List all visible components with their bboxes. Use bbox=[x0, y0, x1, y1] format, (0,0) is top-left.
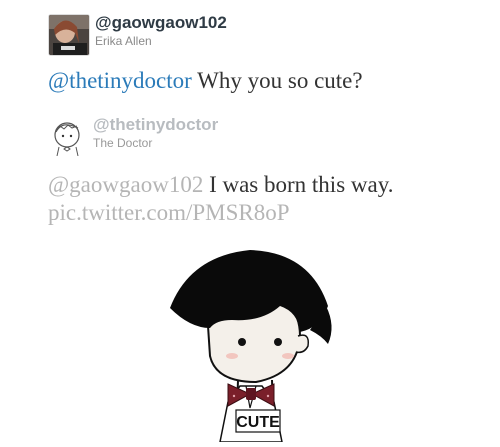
picture-link[interactable]: pic.twitter.com/PMSR8oP bbox=[48, 200, 290, 226]
tweet-text: @gaowgaow102 I was born this way. bbox=[48, 172, 393, 198]
doctor-sketch-avatar-icon bbox=[48, 116, 88, 156]
tweet-body-text: Why you so cute? bbox=[191, 68, 363, 93]
tweet-author-name: The Doctor bbox=[93, 135, 153, 150]
tweet-body-text: I was born this way. bbox=[203, 172, 394, 197]
tweet-author-handle[interactable]: @gaowgaow102 bbox=[95, 13, 227, 33]
tweet-author-name: Erika Allen bbox=[95, 33, 152, 48]
tweet-text: @thetinydoctor Why you so cute? bbox=[48, 68, 363, 94]
mention-link[interactable]: @gaowgaow102 bbox=[48, 172, 203, 197]
mention-link[interactable]: @thetinydoctor bbox=[48, 68, 192, 93]
tweet-header-gaowgaow102: @gaowgaow102 Erika Allen bbox=[48, 13, 227, 56]
cute-label: CUTE bbox=[236, 414, 280, 431]
tweet-author-handle[interactable]: @thetinydoctor bbox=[93, 115, 218, 135]
user-avatar[interactable] bbox=[48, 14, 90, 56]
doctor-cartoon-illustration: CUTE bbox=[170, 250, 332, 443]
tweet-header-thetinydoctor: @thetinydoctor The Doctor bbox=[48, 115, 218, 156]
attached-image[interactable]: CUTE bbox=[150, 236, 350, 443]
user-avatar[interactable] bbox=[48, 116, 88, 156]
user-photo-avatar-icon bbox=[49, 15, 89, 55]
